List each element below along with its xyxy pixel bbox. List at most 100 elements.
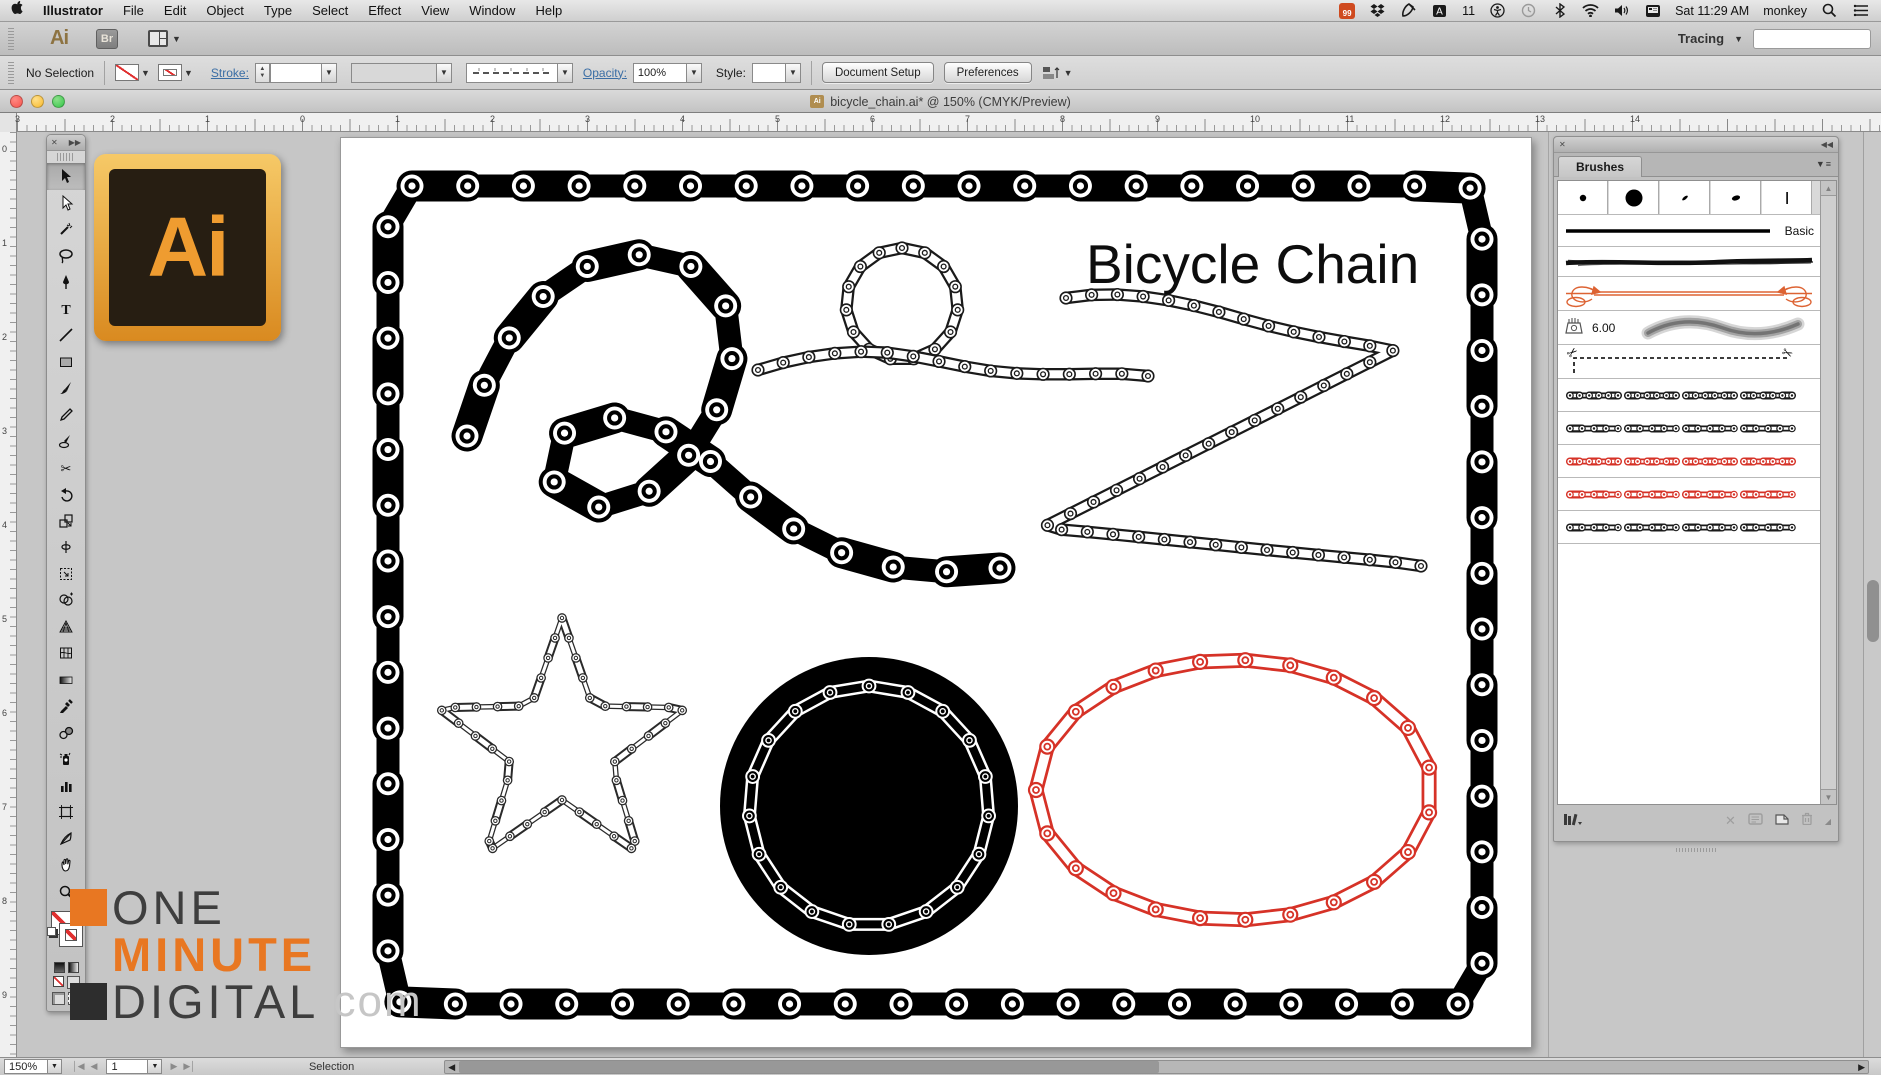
style-caret[interactable]: ▼ — [786, 63, 801, 83]
style-field[interactable] — [752, 63, 786, 83]
blob-brush-tool[interactable] — [47, 428, 85, 455]
vertical-scroll-thumb[interactable] — [1867, 580, 1879, 642]
stroke-label[interactable]: Stroke: — [211, 66, 249, 80]
width-profile-caret[interactable]: ▼ — [558, 63, 573, 83]
first-artboard-icon[interactable]: │◀ — [72, 1061, 85, 1072]
keyboard-layout-icon[interactable]: A — [1431, 3, 1448, 19]
brush-list-scrollbar[interactable]: ▲ ▼ — [1820, 181, 1836, 804]
horizontal-scroll-thumb[interactable] — [459, 1061, 1159, 1073]
zoom-level-caret[interactable]: ▼ — [48, 1059, 62, 1074]
slice-tool[interactable] — [47, 826, 85, 853]
delete-brush-icon[interactable] — [1801, 812, 1813, 830]
display-menu-icon[interactable] — [1644, 3, 1661, 19]
selection-tool[interactable] — [47, 163, 85, 190]
menu-item-illustrator[interactable]: Illustrator — [33, 0, 113, 22]
menu-item-file[interactable]: File — [113, 0, 154, 22]
brush-row-bristle[interactable]: 6.00 — [1558, 311, 1820, 345]
brush-calligraphic-5[interactable] — [1762, 181, 1812, 214]
stroke-weight-stepper[interactable]: ▲▼ — [255, 63, 270, 83]
panel-collapse-icon[interactable]: ◀◀ — [1821, 140, 1833, 149]
width-tool[interactable] — [47, 534, 85, 561]
chain-zigzag[interactable] — [1042, 289, 1427, 572]
notification-center-icon[interactable] — [1852, 3, 1869, 19]
document-vertical-scrollbar[interactable] — [1863, 132, 1881, 1057]
brush-calligraphic-3[interactable] — [1660, 181, 1710, 214]
black-disc[interactable] — [720, 657, 1018, 955]
tracing-workspace-switcher[interactable]: Tracing — [1678, 31, 1724, 46]
brush-calligraphic-1[interactable] — [1558, 181, 1608, 214]
remove-brush-stroke-icon[interactable]: ✕ — [1725, 813, 1736, 829]
perspective-grid-tool[interactable] — [47, 614, 85, 641]
type-tool[interactable]: T — [47, 296, 85, 323]
rectangle-tool[interactable] — [47, 349, 85, 376]
paintbrush-tool[interactable] — [47, 375, 85, 402]
rotate-tool[interactable] — [47, 481, 85, 508]
accessibility-icon[interactable] — [1489, 3, 1506, 19]
shape-builder-tool[interactable] — [47, 587, 85, 614]
opacity-label[interactable]: Opacity: — [583, 66, 627, 80]
brush-calligraphic-2[interactable] — [1609, 181, 1659, 214]
align-options-icon[interactable]: ▼ — [1042, 65, 1073, 81]
brush-row-chain-black-3[interactable] — [1558, 511, 1820, 544]
menu-item-type[interactable]: Type — [254, 0, 302, 22]
artwork-title-text[interactable]: Bicycle Chain — [1086, 232, 1419, 296]
badge-99-icon[interactable]: 99 — [1339, 3, 1355, 19]
menu-item-edit[interactable]: Edit — [154, 0, 196, 22]
symbol-sprayer-tool[interactable] — [47, 746, 85, 773]
artboard-number-caret[interactable]: ▼ — [148, 1059, 162, 1074]
spotlight-search-icon[interactable] — [1821, 3, 1838, 19]
magic-wand-tool[interactable] — [47, 216, 85, 243]
lasso-tool[interactable] — [47, 243, 85, 270]
brush-row-chain-black-2[interactable] — [1558, 412, 1820, 445]
chain-wavy-line[interactable] — [752, 346, 1154, 382]
brush-row-charcoal[interactable] — [1558, 247, 1820, 277]
default-fill-stroke-icon[interactable] — [47, 927, 56, 936]
line-segment-tool[interactable] — [47, 322, 85, 349]
brush-row-chain-black-1[interactable] — [1558, 379, 1820, 412]
tab-brushes[interactable]: Brushes — [1558, 156, 1642, 177]
eyedropper-tool[interactable] — [47, 693, 85, 720]
pencil-tool[interactable] — [47, 402, 85, 429]
menu-item-effect[interactable]: Effect — [358, 0, 411, 22]
preferences-button[interactable]: Preferences — [944, 62, 1032, 83]
last-artboard-icon[interactable]: ▶│ — [183, 1061, 196, 1072]
dock-divider-grip[interactable] — [1553, 846, 1839, 854]
menu-bar-clock[interactable]: Sat 11:29 AM — [1675, 4, 1749, 18]
menu-bar-user[interactable]: monkey — [1763, 4, 1807, 18]
scroll-right-icon[interactable]: ▶ — [1858, 1062, 1865, 1073]
color-mode-button[interactable] — [54, 962, 65, 973]
brush-libraries-menu-icon[interactable] — [1563, 812, 1583, 831]
document-setup-button[interactable]: Document Setup — [822, 62, 934, 83]
brush-options-icon[interactable] — [1748, 812, 1763, 830]
opacity-field[interactable]: 100% — [633, 63, 687, 83]
free-transform-tool[interactable] — [47, 561, 85, 588]
scroll-up-icon[interactable]: ▲ — [1821, 181, 1836, 196]
scissors-tool[interactable]: ✂ — [47, 455, 85, 482]
stroke-weight-caret[interactable]: ▼ — [322, 63, 337, 83]
hand-tool[interactable] — [47, 852, 85, 879]
mesh-tool[interactable] — [47, 640, 85, 667]
scroll-down-icon[interactable]: ▼ — [1821, 789, 1836, 804]
brush-row-chain-red-2[interactable] — [1558, 478, 1820, 511]
next-artboard-icon[interactable]: ▶ — [170, 1061, 177, 1072]
direct-selection-tool[interactable] — [47, 190, 85, 217]
fill-color-combo[interactable]: ▼ — [115, 64, 150, 81]
brush-calligraphic-4[interactable] — [1711, 181, 1761, 214]
pen-status-icon[interactable] — [1400, 3, 1417, 19]
blend-tool[interactable] — [47, 720, 85, 747]
none-mode-button[interactable] — [53, 976, 64, 987]
bluetooth-icon[interactable] — [1551, 3, 1568, 19]
brush-row-basic[interactable]: Basic — [1558, 215, 1820, 247]
new-brush-icon[interactable] — [1775, 812, 1789, 830]
menu-item-select[interactable]: Select — [302, 0, 358, 22]
chain-star[interactable] — [438, 614, 687, 853]
panel-close-icon[interactable]: ✕ — [1559, 140, 1566, 149]
chain-red-oval[interactable] — [1029, 653, 1436, 927]
search-input[interactable] — [1753, 29, 1871, 49]
artboard-tool[interactable] — [47, 799, 85, 826]
fill-none-swatch[interactable] — [115, 64, 139, 81]
volume-icon[interactable] — [1613, 3, 1630, 19]
brush-definition-dropdown[interactable] — [351, 63, 437, 83]
menu-item-object[interactable]: Object — [196, 0, 254, 22]
pen-tool[interactable] — [47, 269, 85, 296]
